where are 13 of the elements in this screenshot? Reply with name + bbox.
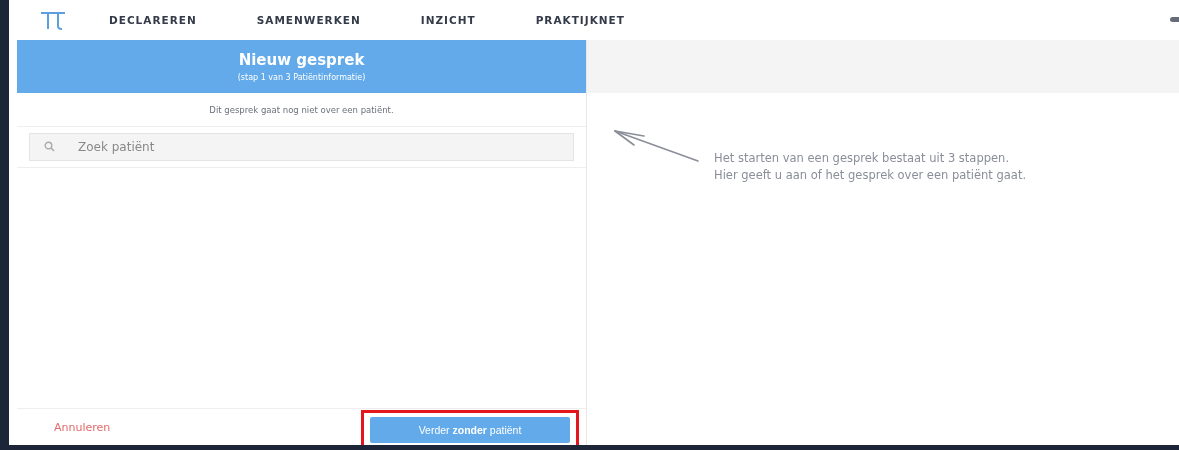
profile-icon[interactable] — [1170, 17, 1179, 22]
nav-link[interactable]: SAMENWERKEN — [256, 14, 361, 26]
nav-link[interactable]: INZICHT — [420, 14, 476, 26]
nav-link[interactable]: DECLAREREN — [109, 14, 197, 26]
step-subtitle: (stap 1 van 3 Patiëntinformatie) — [237, 73, 366, 82]
dialog-title: Nieuw gesprek — [238, 51, 365, 69]
pi-logo-icon[interactable] — [39, 9, 67, 31]
search-field[interactable]: Zoek patiënt — [29, 133, 574, 161]
hint-text: Het starten van een gesprek bestaat uit 3 stappen. Hier geeft u aan of het gesprek over een patiënt gaat. — [714, 150, 1027, 184]
search-icon — [44, 141, 55, 152]
nav-link[interactable]: PRAKTIJKNET — [535, 14, 625, 26]
arrow-icon — [612, 128, 700, 164]
notice-text: Dit gesprek gaat nog niet over een patiënt. — [209, 104, 394, 115]
